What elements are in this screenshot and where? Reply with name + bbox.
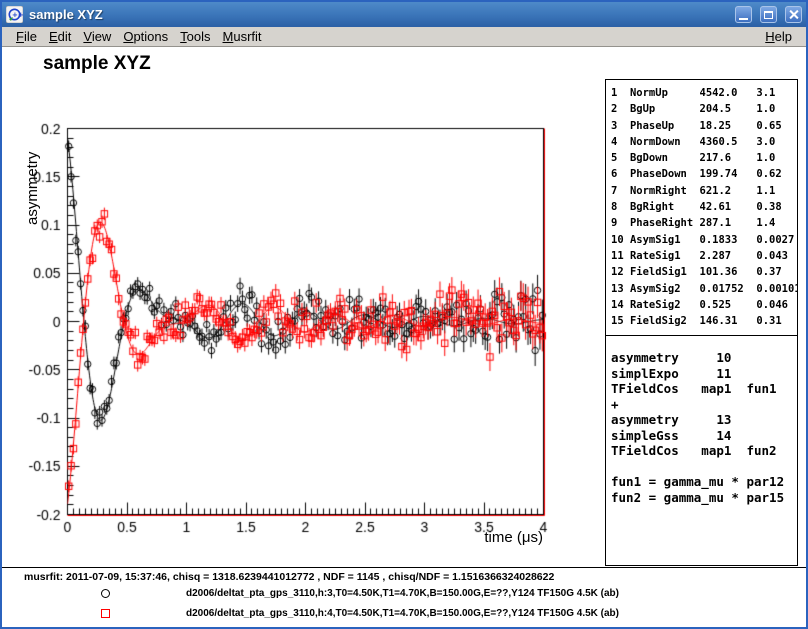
red-square-marker-icon	[101, 609, 110, 618]
theory-line: fun2 = gamma_mu * par15	[611, 490, 797, 506]
minimize-button[interactable]	[735, 6, 752, 23]
legend-entry-h4: d2006/deltat_pta_gps_3110,h:4,T0=4.50K,T…	[186, 608, 619, 619]
menu-item-view[interactable]: View	[77, 28, 117, 45]
black-circle-marker-icon	[101, 589, 110, 598]
param-row: 3 PhaseUp 18.25 0.65	[611, 118, 797, 134]
theory-line: simpleGss 14	[611, 428, 797, 444]
menu-item-help[interactable]: Help	[759, 28, 798, 45]
param-row: 11 RateSig1 2.287 0.043	[611, 248, 797, 264]
fit-status-text: musrfit: 2011-07-09, 15:37:46, chisq = 1…	[24, 571, 554, 583]
svg-text:++: ++	[12, 11, 23, 19]
menu-bar: File Edit View Options Tools Musrfit Hel…	[2, 27, 806, 47]
param-row: 8 BgRight 42.61 0.38	[611, 199, 797, 215]
param-row: 1 NormUp 4542.0 3.1	[611, 85, 797, 101]
title-bar[interactable]: ++ sample XYZ	[2, 2, 806, 27]
maximize-icon	[764, 11, 773, 19]
theory-line: simplExpo 11	[611, 366, 797, 382]
theory-line: fun1 = gamma_mu * par12	[611, 474, 797, 490]
y-axis-label: asymmetry	[24, 152, 41, 225]
param-row: 7 NormRight 621.2 1.1	[611, 183, 797, 199]
maximize-button[interactable]	[760, 6, 777, 23]
theory-line	[611, 459, 797, 475]
theory-line: asymmetry 13	[611, 412, 797, 428]
theory-line: +	[611, 397, 797, 413]
menu-item-tools[interactable]: Tools	[174, 28, 216, 45]
menu-item-edit[interactable]: Edit	[43, 28, 77, 45]
legend-entry-h3: d2006/deltat_pta_gps_3110,h:3,T0=4.50K,T…	[186, 588, 619, 599]
x-axis-label: time (μs)	[484, 529, 543, 546]
fit-parameter-panel: 1 NormUp 4542.0 3.12 BgUp 204.5 1.03 Pha…	[605, 79, 798, 566]
root-app-icon: ++	[6, 6, 23, 23]
theory-line: TFieldCos map1 fun2	[611, 443, 797, 459]
canvas-area: sample XYZ asymmetry time (μs) 1 NormUp …	[2, 47, 806, 627]
parameter-list: 1 NormUp 4542.0 3.12 BgUp 204.5 1.03 Pha…	[606, 80, 797, 336]
param-row: 4 NormDown 4360.5 3.0	[611, 134, 797, 150]
theory-block: asymmetry 10simplExpo 11TFieldCos map1 f…	[606, 336, 797, 505]
menu-item-file[interactable]: File	[10, 28, 43, 45]
status-separator	[2, 567, 806, 568]
param-row: 10 AsymSig1 0.1833 0.0027	[611, 232, 797, 248]
minimize-icon	[739, 18, 748, 20]
param-row: 13 AsymSig2 0.01752 0.00101	[611, 281, 797, 297]
param-row: 12 FieldSig1 101.36 0.37	[611, 264, 797, 280]
window-title: sample XYZ	[29, 7, 727, 22]
param-row: 2 BgUp 204.5 1.0	[611, 101, 797, 117]
menu-item-options[interactable]: Options	[117, 28, 174, 45]
close-icon	[788, 9, 799, 20]
theory-line: TFieldCos map1 fun1	[611, 381, 797, 397]
param-row: 5 BgDown 217.6 1.0	[611, 150, 797, 166]
theory-line: asymmetry 10	[611, 350, 797, 366]
param-row: 15 FieldSig2 146.31 0.31	[611, 313, 797, 329]
plot-title: sample XYZ	[43, 53, 151, 75]
param-row: 9 PhaseRight 287.1 1.4	[611, 215, 797, 231]
close-button[interactable]	[785, 6, 802, 23]
param-row: 14 RateSig2 0.525 0.046	[611, 297, 797, 313]
param-row: 6 PhaseDown 199.74 0.62	[611, 166, 797, 182]
menu-item-musrfit[interactable]: Musrfit	[217, 28, 268, 45]
application-window: ++ sample XYZ File Edit View Options Too…	[0, 0, 808, 629]
